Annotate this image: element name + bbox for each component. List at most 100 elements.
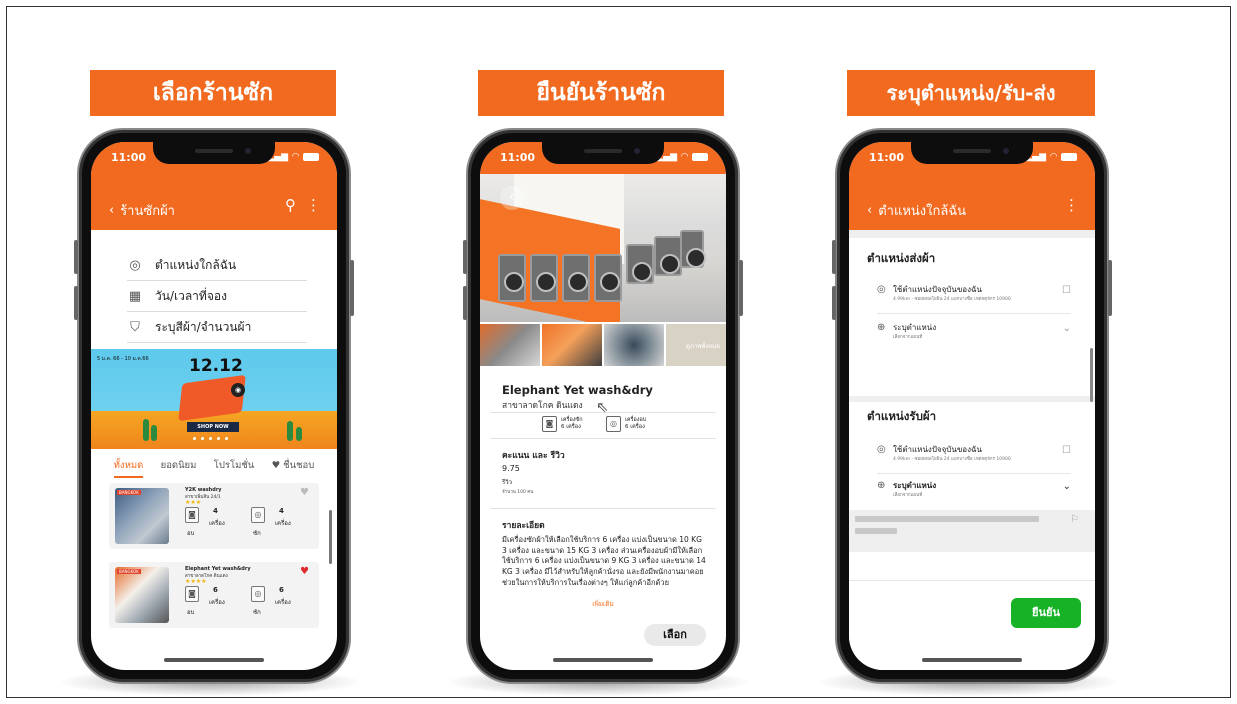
washer-unit: เครื่อง	[275, 520, 291, 527]
edit-icon[interactable]: ☐	[1062, 285, 1071, 296]
phone-select-shop: ‹ ร้านซักผ้า ⚲ ⋮ 11:00 ▂▄▆ ◠ ◎ ตำแหน่งใกล้ฉั…	[74, 128, 354, 684]
shirt-icon: ⛉	[130, 319, 140, 335]
gallery-thumb[interactable]	[542, 324, 602, 366]
tab-favorite[interactable]: ♥ ชื่นชอบ	[272, 458, 315, 478]
screen-set-location: ‹ ตำแหน่งใกล้ฉัน ⋮ 11:00 ▂▄▆ ◠ ตำแหน่งส่งผ…	[849, 142, 1095, 670]
volume-button	[74, 240, 78, 274]
volume-button	[74, 286, 78, 320]
washer-count: ◎ 6 เครื่อง ซัก	[251, 586, 307, 622]
star-rating: ★★★	[185, 499, 202, 506]
calendar-icon: ▦	[128, 288, 142, 304]
phone-set-location: ‹ ตำแหน่งใกล้ฉัน ⋮ 11:00 ▂▄▆ ◠ ตำแหน่งส่งผ…	[832, 128, 1112, 684]
dryer-label: อบ	[187, 609, 195, 616]
home-indicator[interactable]	[922, 658, 1022, 662]
chevron-down-icon[interactable]: ⌄	[1063, 481, 1071, 492]
washer-photo	[562, 254, 590, 302]
more-vertical-icon[interactable]: ⋮	[306, 196, 321, 214]
option-location[interactable]: ◎ ตำแหน่งใกล้ฉัน	[127, 250, 307, 281]
dryer-unit: เครื่อง	[209, 520, 225, 527]
delivery-specify-location[interactable]: ⊕ ระบุตำแหน่ง เลือกจากแผนที่ ⌄	[877, 318, 1071, 352]
washer-machines: ◙ เครื่องซัก 6 เครื่อง	[542, 416, 583, 432]
banner-set-location: ระบุตำแหน่ง/รับ-ส่ง	[847, 70, 1095, 116]
shop-tag: BANGKOK	[117, 569, 141, 574]
back-button[interactable]: ‹	[500, 186, 524, 210]
option-label: ตำแหน่งใกล้ฉัน	[155, 257, 237, 272]
promo-date: 5 ม.ค. 66 - 10 ม.ค.66	[97, 356, 149, 362]
screen-confirm-shop: 11:00 ▂▄▆ ◠ ‹ ดูภาพทั้งหมด Elephant Yet w…	[480, 142, 726, 670]
heart-icon[interactable]: ♥	[300, 566, 309, 577]
pickup-section: ตำแหน่งรับผ้า ◎ ใช้ตำแหน่งปัจจุบันของฉัน…	[849, 402, 1095, 510]
chevron-left-icon: ‹	[509, 189, 515, 205]
wifi-icon: ◠	[292, 152, 299, 162]
promo-title: 12.12	[189, 356, 243, 376]
tab-all[interactable]: ทั้งหมด	[113, 458, 144, 478]
scrollbar[interactable]	[1090, 348, 1093, 402]
select-button[interactable]: เลือก	[644, 624, 706, 646]
heart-icon[interactable]: ♥	[300, 487, 309, 498]
pickup-current-location[interactable]: ◎ ใช้ตำแหน่งปัจจุบันของฉัน 4.99km - ซอยพ…	[877, 440, 1071, 474]
dryer-machines: ◎ เครื่องอบ 6 เครื่อง	[606, 416, 646, 432]
view-all-photos[interactable]: ดูภาพทั้งหมด	[666, 324, 726, 366]
washer-photo	[680, 230, 706, 268]
chevron-down-icon[interactable]: ⌄	[1063, 323, 1071, 334]
dryer-count: ◙ 4 เครื่อง อบ	[185, 507, 241, 543]
delivery-current-location[interactable]: ◎ ใช้ตำแหน่งปัจจุบันของฉัน 4.99km - ซอยพ…	[877, 280, 1071, 314]
promo-banner[interactable]: 5 ม.ค. 66 - 10 ม.ค.66 12.12 ◉ SHOP NOW	[91, 349, 337, 449]
back-button[interactable]: ‹ ตำแหน่งใกล้ฉัน	[867, 200, 966, 221]
battery-icon	[303, 153, 319, 161]
review-label: รีวิว	[502, 479, 512, 486]
shop-now-button[interactable]: SHOP NOW	[187, 422, 239, 432]
phone-confirm-shop: 11:00 ▂▄▆ ◠ ‹ ดูภาพทั้งหมด Elephant Yet w…	[463, 128, 743, 684]
notch	[911, 142, 1033, 164]
option-clothes[interactable]: ⛉ ระบุสีผ้า/จำนวนผ้า	[127, 312, 307, 343]
divider	[490, 508, 716, 509]
edit-icon[interactable]: ☐	[1062, 445, 1071, 456]
shop-card-1[interactable]: BANGKOK Y2K washdry สาขาเพิ่มสิน 24/1 ★★…	[109, 483, 319, 549]
option-datetime[interactable]: ▦ วัน/เวลาที่จอง	[127, 281, 307, 312]
power-button	[1108, 260, 1112, 316]
back-button[interactable]: ‹ ร้านซักผ้า	[109, 200, 175, 221]
search-icon[interactable]: ⚲	[285, 196, 296, 214]
dryer-icon: ◎	[606, 416, 621, 432]
washer-label: ซัก	[253, 609, 261, 616]
washer-number: 4	[279, 507, 284, 515]
rating-score: 9.75	[502, 464, 520, 473]
wifi-icon: ◠	[1050, 152, 1057, 162]
washer-photo	[498, 254, 526, 302]
tab-popular[interactable]: ยอดนิยม	[161, 458, 197, 478]
delivery-section: ตำแหน่งส่งผ้า ◎ ใช้ตำแหน่งปัจจุบันของฉัน…	[849, 238, 1095, 396]
scrollbar[interactable]	[329, 510, 332, 564]
tab-promotion[interactable]: โปรโมชั่น	[214, 458, 255, 478]
placeholder-row: ⚐	[849, 510, 1095, 552]
home-indicator[interactable]	[164, 658, 264, 662]
divider	[849, 580, 1095, 581]
confirm-button[interactable]: ยืนยัน	[1011, 598, 1081, 628]
washer-label: ซัก	[253, 530, 261, 537]
washer-photo	[654, 236, 682, 276]
gallery-thumb[interactable]	[604, 324, 664, 366]
tag-icon: ◉	[231, 383, 245, 397]
view-all-label: ดูภาพทั้งหมด	[686, 343, 720, 350]
home-indicator[interactable]	[553, 658, 653, 662]
pickup-specify-location[interactable]: ⊕ ระบุตำแหน่ง เลือกจากแผนที่ ⌄	[877, 476, 1071, 510]
bookmark-icon[interactable]: ⚐	[1070, 514, 1079, 525]
dryer-count: ◙ 6 เครื่อง อบ	[185, 586, 241, 622]
volume-button	[463, 240, 467, 274]
more-vertical-icon[interactable]: ⋮	[1064, 196, 1079, 214]
row-subtitle: เลือกจากแผนที่	[893, 493, 923, 498]
washer-photo	[530, 254, 558, 302]
divider	[490, 412, 716, 413]
machine-count: 6 เครื่อง	[625, 424, 645, 430]
dryer-number: 6	[213, 586, 218, 594]
photo-gallery[interactable]: ดูภาพทั้งหมด	[480, 324, 726, 366]
dryer-unit: เครื่อง	[209, 599, 225, 606]
read-more-link[interactable]: เพิ่มเติม	[480, 599, 726, 609]
machine-label: เครื่องซัก	[561, 416, 583, 423]
volume-button	[832, 240, 836, 274]
shop-card-2[interactable]: BANGKOK Elephant Yet wash&dry สาขาลาดโกค…	[109, 562, 319, 628]
status-time: 11:00	[500, 150, 536, 164]
shop-thumbnail: BANGKOK	[115, 567, 169, 623]
row-subtitle: เลือกจากแผนที่	[893, 335, 923, 340]
gallery-thumb[interactable]	[480, 324, 540, 366]
star-rating: ★★★★	[185, 578, 207, 585]
